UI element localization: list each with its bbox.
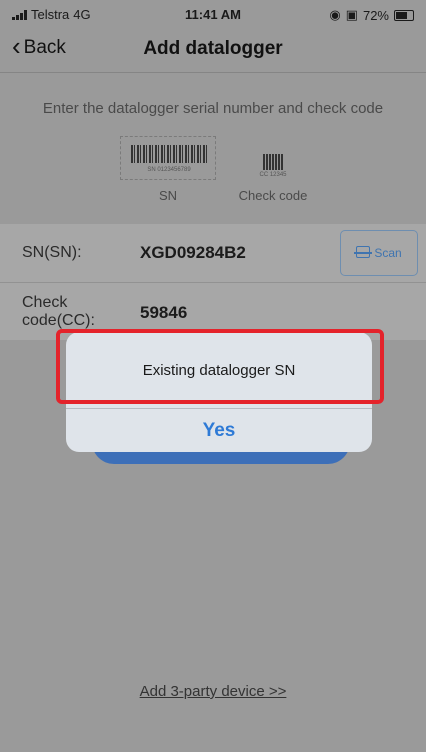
page-title: Add datalogger: [143, 38, 283, 59]
datalogger-form: SN(SN): XGD09284B2 Scan Check code(CC): …: [0, 224, 426, 340]
cc-illustration: CC 12345 Check code: [228, 148, 318, 208]
sn-barcode-frame: SN 0123456789: [120, 136, 216, 180]
scan-label: Scan: [374, 246, 402, 260]
scan-button[interactable]: Scan: [340, 230, 418, 276]
highlight-annotation: [56, 329, 384, 404]
status-right: ◉ ▣ 72%: [329, 7, 414, 23]
status-bar: Telstra 4G 11:41 AM ◉ ▣ 72%: [0, 0, 426, 28]
scan-icon: [354, 246, 373, 260]
nav-divider: [0, 72, 426, 73]
sn-label: SN(SN):: [22, 244, 82, 261]
alert-yes-button[interactable]: Yes: [66, 409, 372, 452]
add-third-party-device-link[interactable]: Add 3-party device >>: [0, 683, 426, 700]
sn-barcode-text: SN 0123456789: [147, 167, 191, 173]
cc-barcode-text: CC 12345: [259, 172, 287, 178]
nav-bar: ‹ Back Add datalogger: [0, 28, 426, 72]
cc-label: Check code(CC):: [22, 294, 95, 329]
sn-illustration-label: SN: [158, 188, 178, 203]
small-barcode-icon: [263, 154, 283, 170]
sn-row: SN(SN): XGD09284B2 Scan: [0, 224, 426, 282]
barcode-icon: [131, 145, 207, 163]
battery-icon: [394, 9, 414, 21]
sn-input[interactable]: XGD09284B2: [140, 243, 246, 263]
battery-percent: 72%: [362, 7, 389, 23]
alarm-icon: ◉: [329, 7, 341, 22]
sn-illustration: SN 0123456789 SN: [120, 136, 216, 206]
instruction-text: Enter the datalogger serial number and c…: [42, 100, 384, 117]
cc-input[interactable]: 59846: [140, 303, 187, 323]
screen: Telstra 4G 11:41 AM ◉ ▣ 72% ‹ Back Add d…: [0, 0, 426, 752]
cc-illustration-label: Check code: [238, 188, 308, 203]
lock-rotation-icon: ▣: [345, 7, 358, 22]
